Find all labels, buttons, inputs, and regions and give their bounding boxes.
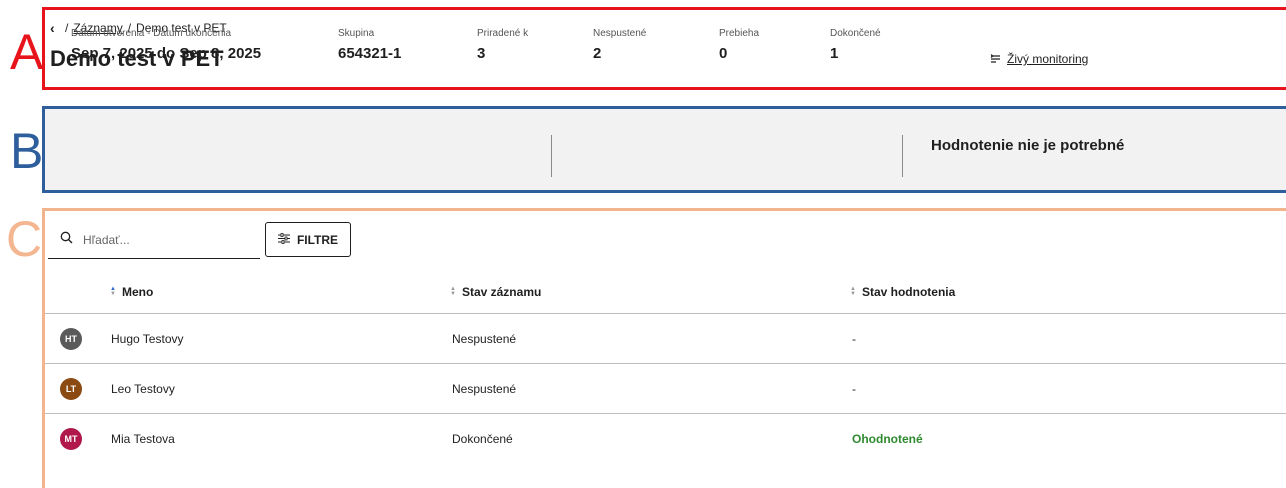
avatar: MT bbox=[60, 428, 82, 450]
sort-icon: ▲ ▼ bbox=[110, 286, 116, 297]
avatar: HT bbox=[60, 328, 82, 350]
row-name: Leo Testovy bbox=[111, 382, 175, 396]
live-monitoring-link[interactable]: Živý monitoring bbox=[990, 52, 1088, 66]
column-header-name[interactable]: ▲ ▼ Meno bbox=[110, 285, 153, 299]
avatar: LT bbox=[60, 378, 82, 400]
stat-not-started-value: 2 bbox=[593, 45, 602, 62]
stat-dates-value: Sep 7, 2025 do Sep 8, 2025 bbox=[71, 45, 262, 62]
stat-completed: Dokončené 1 bbox=[830, 28, 881, 62]
stat-not-started-label: Nespustené bbox=[593, 28, 647, 39]
filter-label: FILTRE bbox=[296, 232, 339, 247]
annotation-letter-b: B bbox=[10, 123, 44, 179]
table-row[interactable]: MT Mia Testova Dokončené Ohodnotené bbox=[45, 414, 1286, 464]
row-name: Mia Testova bbox=[111, 432, 175, 446]
stat-not-started: Nespustené 2 bbox=[593, 28, 646, 62]
row-record-status: Nespustené bbox=[452, 382, 517, 396]
table-row[interactable]: HT Hugo Testovy Nespustené - bbox=[45, 314, 1286, 364]
stat-in-progress: Prebieha 0 bbox=[719, 28, 759, 62]
chevron-left-icon[interactable]: ‹ bbox=[50, 20, 60, 36]
column-header-evaluation-status[interactable]: ▲ ▼ Stav hodnotenia bbox=[850, 285, 955, 299]
stat-group-label: Skupina bbox=[338, 28, 375, 39]
row-evaluation-status: - bbox=[852, 332, 856, 346]
annotation-letter-c: C bbox=[6, 211, 43, 267]
stat-assigned: Priradené k 3 bbox=[477, 28, 528, 62]
stat-assigned-label: Priradené k bbox=[477, 28, 529, 39]
stat-dates-label: Dátum otvorenia - Dátum ukončenia bbox=[71, 28, 232, 39]
filter-button[interactable]: FILTRE bbox=[265, 222, 351, 257]
search-icon bbox=[48, 231, 73, 249]
table-row[interactable]: LT Leo Testovy Nespustené - bbox=[45, 364, 1286, 414]
divider bbox=[902, 135, 903, 177]
list-icon bbox=[990, 52, 1001, 66]
row-evaluation-status: Ohodnotené bbox=[852, 432, 923, 446]
stat-dates: Dátum otvorenia - Dátum ukončenia Sep 7,… bbox=[71, 28, 261, 62]
row-record-status: Dokončené bbox=[452, 432, 513, 446]
row-record-status: Nespustené bbox=[452, 332, 517, 346]
stat-assigned-value: 3 bbox=[477, 45, 486, 62]
stat-group-value: 654321-1 bbox=[338, 45, 402, 62]
row-name: Hugo Testovy bbox=[111, 332, 184, 346]
stat-completed-label: Dokončené bbox=[830, 28, 881, 39]
breadcrumb-separator: / bbox=[65, 21, 69, 35]
search-field[interactable] bbox=[48, 222, 260, 259]
divider bbox=[551, 135, 552, 177]
sort-icon: ▲ ▼ bbox=[850, 286, 856, 297]
stat-in-progress-value: 0 bbox=[719, 45, 728, 62]
sort-icon: ▲ ▼ bbox=[450, 286, 456, 297]
annotation-letter-a: A bbox=[10, 24, 44, 80]
column-header-evaluation-status-label: Stav hodnotenia bbox=[861, 285, 956, 299]
column-header-name-label: Meno bbox=[121, 285, 154, 299]
stat-in-progress-label: Prebieha bbox=[719, 28, 760, 39]
stat-group: Skupina 654321-1 bbox=[338, 28, 401, 62]
row-evaluation-status: - bbox=[852, 382, 856, 396]
sliders-icon bbox=[277, 232, 290, 247]
column-header-record-status-label: Stav záznamu bbox=[461, 285, 542, 299]
search-input[interactable] bbox=[81, 232, 245, 248]
evaluation-note: Hodnotenie nie je potrebné bbox=[931, 137, 1125, 154]
live-monitoring-label[interactable]: Živý monitoring bbox=[1007, 52, 1088, 66]
stat-completed-value: 1 bbox=[830, 45, 839, 62]
column-header-record-status[interactable]: ▲ ▼ Stav záznamu bbox=[450, 285, 541, 299]
